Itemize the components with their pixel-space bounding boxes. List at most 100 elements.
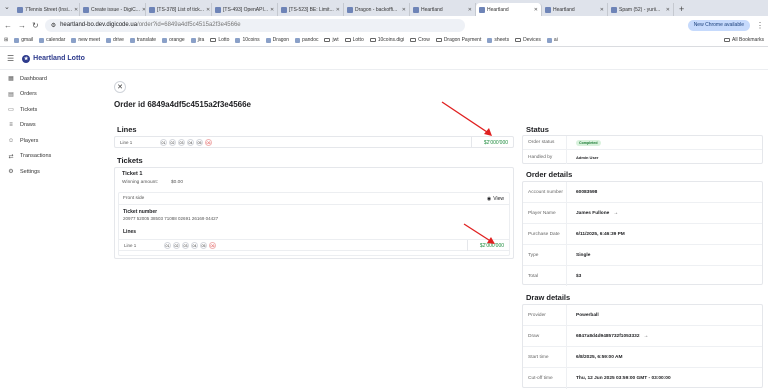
bookmark[interactable]: Crow [410,37,430,43]
browser-tab[interactable]: Heartland ✕ [410,3,476,16]
bookmark[interactable]: Dragon Payment [435,37,481,43]
view-button[interactable]: ◉ View [487,196,504,202]
sidebar-item-dashboard[interactable]: ▦ Dashboard [0,71,100,87]
order-status-label: Order status [523,136,567,149]
bookmark[interactable]: 10coins [235,37,260,43]
lines-card: Line 1 01 02 03 04 05 06 $2'000'000 [114,136,514,148]
number-ball: 05 [196,139,203,146]
back-arrow-icon[interactable]: ← [4,21,12,30]
new-version-button[interactable]: New Chrome available [687,19,750,31]
bookmark[interactable]: Devices [515,37,541,43]
draw-id-link[interactable]: 6847a8d4d9485732f1053332 [576,334,639,339]
status-card: Order status Completed Handled by Admin … [522,135,763,164]
sidebar-item-players[interactable]: ☺ Players [0,133,100,149]
tab-favicon-icon [215,6,221,13]
number-ball: 05 [200,242,207,249]
sidebar-item-settings[interactable]: ⚙ Settings [0,164,100,180]
sidebar-item-transactions[interactable]: ⇄ Transactions [0,149,100,165]
arrow-right-icon[interactable]: → [643,334,648,339]
bookmark[interactable]: gmail [14,37,33,43]
draw-row: Draw 6847a8d4d9485732f1053332 → [523,326,762,347]
order-details-card: Account number 60083598 Player Name James … [522,181,763,286]
tab-favicon-icon [17,6,23,13]
bookmark[interactable]: translate [129,37,156,43]
close-icon[interactable]: ✕ [600,7,604,13]
bookmark-favicon-icon [295,37,301,43]
detail-label: Type [523,245,567,265]
tickets-heading: Tickets [117,156,143,165]
bookmark[interactable]: Dragon [265,37,289,43]
close-icon[interactable]: ✕ [534,7,538,13]
close-icon[interactable]: ✕ [402,7,406,13]
forward-arrow-icon[interactable]: → [18,21,26,30]
browser-tab[interactable]: Heartland ✕ [542,3,608,16]
number-ball: 02 [173,242,180,249]
browser-tab-active[interactable]: Heartland ✕ [476,3,542,16]
close-icon[interactable]: ✕ [206,7,210,13]
close-icon[interactable]: ✕ [74,7,78,13]
front-side-label: Front side [123,196,145,201]
bookmark[interactable]: calendar [39,37,65,43]
draw-value: Powerball [576,312,599,318]
url-host: heartland-bo.dev.digicode.ua [60,22,138,28]
kebab-menu-icon[interactable]: ⋮ [756,21,764,30]
bookmark-favicon-icon [162,37,168,43]
browser-tab[interactable]: [TS-378] List of tick... ✕ [146,3,212,16]
back-button[interactable]: ✕ [114,81,126,93]
site-info-icon[interactable]: ⚙ [51,22,56,29]
bookmark-favicon-icon [546,37,552,43]
tab-favicon-icon [281,6,287,13]
draw-value: Thu, 12 Jun 2025 03:59:00 GMT - 03:00:00 [576,376,671,381]
close-icon: ✕ [117,84,123,91]
arrow-right-icon[interactable]: → [613,211,618,216]
browser-tab[interactable]: 7Tennis Street (Insi... ✕ [14,3,80,16]
apps-grid-icon[interactable]: ⊞ [4,37,8,43]
address-bar[interactable]: ⚙ heartland-bo.dev.digicode.ua/order?id=… [44,18,465,32]
all-bookmarks-button[interactable]: All Bookmarks [724,37,764,43]
status-row: Order status Completed [523,136,762,150]
detail-label: Account number [523,182,567,202]
detail-row: Type Single [523,245,762,266]
hamburger-menu-icon[interactable]: ☰ [7,54,14,63]
bookmark[interactable]: pandoc [295,37,318,43]
sidebar-item-draws[interactable]: ≡ Draws [0,118,100,134]
detail-row: Player Name James Fullone → [523,203,762,224]
bookmark[interactable]: jwt [324,37,339,43]
tab-favicon-icon [611,6,617,13]
number-ball: 03 [178,139,185,146]
bookmark-favicon-icon [71,37,77,43]
sidebar-item-orders[interactable]: ▤ Orders [0,87,100,103]
bookmark[interactable]: new meet [71,37,100,43]
bookmark[interactable]: jira [190,37,204,43]
close-icon[interactable]: ✕ [666,7,670,13]
browser-tab[interactable]: [TS-523] BE: Limit... ✕ [278,3,344,16]
bookmark[interactable]: sheets [487,37,509,43]
gear-icon: ⚙ [8,169,14,176]
draw-row: Cut-off time Thu, 12 Jun 2025 03:59:00 GM… [523,368,762,389]
detail-label: Total [523,266,567,286]
browser-tab[interactable]: Spam (52) - yurii... ✕ [608,3,674,16]
bookmark[interactable]: 10coins.digi [369,37,404,43]
bookmark[interactable]: ai [546,37,558,43]
sidebar-item-tickets[interactable]: ▭ Tickets [0,102,100,118]
close-icon[interactable]: ✕ [270,7,274,13]
winning-amount-label: Winning amount: [122,180,158,185]
bookmark[interactable]: drive [106,37,124,43]
new-tab-button[interactable]: + [674,3,689,16]
bookmark[interactable]: Lotto [344,37,364,43]
close-icon[interactable]: ✕ [336,7,340,13]
eye-icon: ◉ [486,195,492,202]
ticket-lines-label: Lines [123,229,137,235]
player-name-link[interactable]: James Fullone [576,211,609,216]
folder-icon [410,38,417,42]
browser-tab[interactable]: Create issue - DigiC... ✕ [80,3,146,16]
reload-icon[interactable]: ↻ [32,21,39,30]
browser-tab[interactable]: Dragon - backoffi... ✕ [344,3,410,16]
tab-search-icon[interactable]: ⌄ [4,3,10,11]
bookmark[interactable]: orange [162,37,185,43]
bookmark[interactable]: Lotto [210,37,229,43]
folder-icon [435,38,442,42]
close-icon[interactable]: ✕ [468,7,472,13]
app-brand[interactable]: ★ Heartland Lotto [22,54,85,63]
browser-tab[interactable]: [TS-493] OpenAPI... ✕ [212,3,278,16]
